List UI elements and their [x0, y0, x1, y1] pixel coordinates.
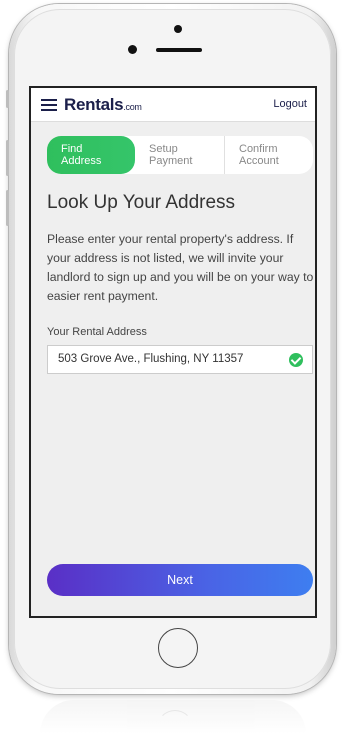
step-confirm-account[interactable]: Confirm Account [224, 136, 313, 174]
front-camera [174, 25, 182, 33]
check-circle-icon [289, 353, 303, 367]
mute-switch [6, 90, 9, 108]
volume-down-button [6, 190, 9, 226]
address-field-label: Your Rental Address [47, 326, 147, 338]
progress-steps: Find Address Setup Payment Confirm Accou… [47, 136, 313, 174]
step-label-line1: Setup [149, 143, 178, 155]
phone-reflection [40, 700, 306, 734]
step-label-line2: Account [239, 155, 279, 167]
home-button-reflection [157, 710, 193, 745]
next-button[interactable]: Next [47, 564, 313, 596]
app-screen: Rentals.com Logout Find Address Setup Pa… [29, 86, 317, 618]
proximity-sensor [128, 45, 137, 54]
step-label-line1: Confirm [239, 143, 278, 155]
hamburger-menu-icon[interactable] [41, 99, 57, 111]
logout-link[interactable]: Logout [273, 98, 307, 110]
top-navigation-bar: Rentals.com Logout [31, 88, 315, 122]
home-button[interactable] [158, 628, 198, 668]
step-label-line2: Address [61, 155, 102, 167]
volume-up-button [6, 140, 9, 176]
logo-suffix: .com [123, 102, 142, 112]
step-label-line1: Find [61, 143, 83, 155]
earpiece-speaker [156, 48, 202, 52]
brand-logo[interactable]: Rentals.com [64, 95, 142, 115]
step-setup-payment[interactable]: Setup Payment [135, 136, 224, 174]
page-title: Look Up Your Address [47, 192, 236, 213]
address-input[interactable]: 503 Grove Ave., Flushing, NY 11357 [47, 345, 313, 374]
logo-text: Rentals [64, 95, 124, 114]
step-find-address[interactable]: Find Address [47, 136, 135, 174]
instructions-text: Please enter your rental property's addr… [47, 232, 314, 303]
step-label-line2: Payment [149, 155, 193, 167]
address-input-value: 503 Grove Ave., Flushing, NY 11357 [58, 353, 244, 365]
